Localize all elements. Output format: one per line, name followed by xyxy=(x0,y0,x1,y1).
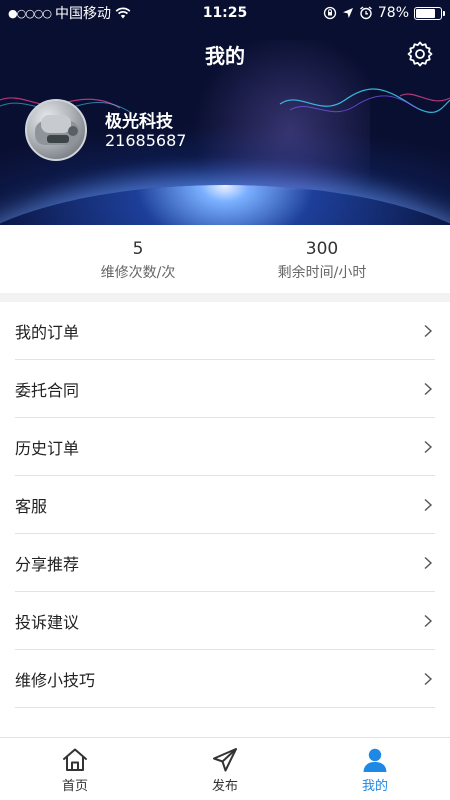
menu-item-contracts[interactable]: 委托合同 xyxy=(0,360,450,418)
menu-item-order-history[interactable]: 历史订单 xyxy=(0,418,450,476)
send-icon xyxy=(213,748,237,772)
menu-item-label: 委托合同 xyxy=(15,381,80,400)
rotation-lock-icon xyxy=(323,6,337,20)
chevron-right-icon xyxy=(424,382,433,396)
menu-item-label: 投诉建议 xyxy=(15,613,80,632)
section-divider xyxy=(0,293,450,302)
tab-bar: 首页 发布 我的 xyxy=(0,737,450,800)
battery-percent: 78% xyxy=(377,5,409,21)
signal-strength: ●○○○○ xyxy=(8,6,52,20)
tab-publish[interactable]: 发布 xyxy=(150,738,300,800)
menu-item-label: 维修小技巧 xyxy=(15,671,96,690)
menu-item-feedback[interactable]: 投诉建议 xyxy=(0,592,450,650)
stat-label: 剩余时间/小时 xyxy=(277,264,367,281)
tab-label: 发布 xyxy=(211,779,238,794)
status-bar: ●○○○○ 中国移动 11:25 78% xyxy=(0,0,450,26)
tab-label: 首页 xyxy=(61,779,88,794)
menu-item-my-orders[interactable]: 我的订单 xyxy=(0,302,450,360)
avatar[interactable] xyxy=(25,99,87,161)
tab-label: 我的 xyxy=(361,779,388,794)
chevron-right-icon xyxy=(424,324,433,338)
chevron-right-icon xyxy=(424,556,433,570)
user-icon xyxy=(363,748,387,772)
chevron-right-icon xyxy=(424,440,433,454)
tab-home[interactable]: 首页 xyxy=(0,738,150,800)
menu-item-label: 客服 xyxy=(15,497,48,516)
gear-icon[interactable] xyxy=(406,40,434,68)
stat-remaining-time[interactable]: 300 剩余时间/小时 xyxy=(276,225,368,293)
menu-item-repair-tips[interactable]: 维修小技巧 xyxy=(0,650,450,708)
alarm-icon xyxy=(359,6,372,20)
wifi-icon xyxy=(115,7,131,19)
battery-icon xyxy=(414,6,445,20)
menu-item-label: 我的订单 xyxy=(15,323,80,342)
user-name: 极光科技 xyxy=(105,112,173,132)
menu-item-label: 分享推荐 xyxy=(15,555,80,574)
chevron-right-icon xyxy=(424,614,433,628)
chevron-right-icon xyxy=(424,672,433,686)
stat-value: 5 xyxy=(132,238,144,259)
stat-repair-count[interactable]: 5 维修次数/次 xyxy=(0,225,276,293)
menu-list: 我的订单 委托合同 历史订单 客服 分享推荐 投诉建议 维修小技巧 xyxy=(0,302,450,708)
profile-header: ●○○○○ 中国移动 11:25 78% 我的 极光科技 21685687 xyxy=(0,0,450,225)
carrier-name: 中国移动 xyxy=(55,6,111,22)
battery-fill xyxy=(416,8,435,18)
menu-item-label: 历史订单 xyxy=(15,439,80,458)
user-id: 21685687 xyxy=(105,131,187,150)
stats-panel: 5 维修次数/次 300 剩余时间/小时 xyxy=(0,225,450,293)
stat-label: 维修次数/次 xyxy=(100,264,176,281)
page-title: 我的 xyxy=(205,44,245,68)
location-icon xyxy=(342,8,353,18)
menu-item-share[interactable]: 分享推荐 xyxy=(0,534,450,592)
stat-value: 300 xyxy=(305,238,339,259)
chevron-right-icon xyxy=(424,498,433,512)
menu-item-customer-service[interactable]: 客服 xyxy=(0,476,450,534)
tab-mine[interactable]: 我的 xyxy=(300,738,450,800)
home-icon xyxy=(63,748,87,771)
